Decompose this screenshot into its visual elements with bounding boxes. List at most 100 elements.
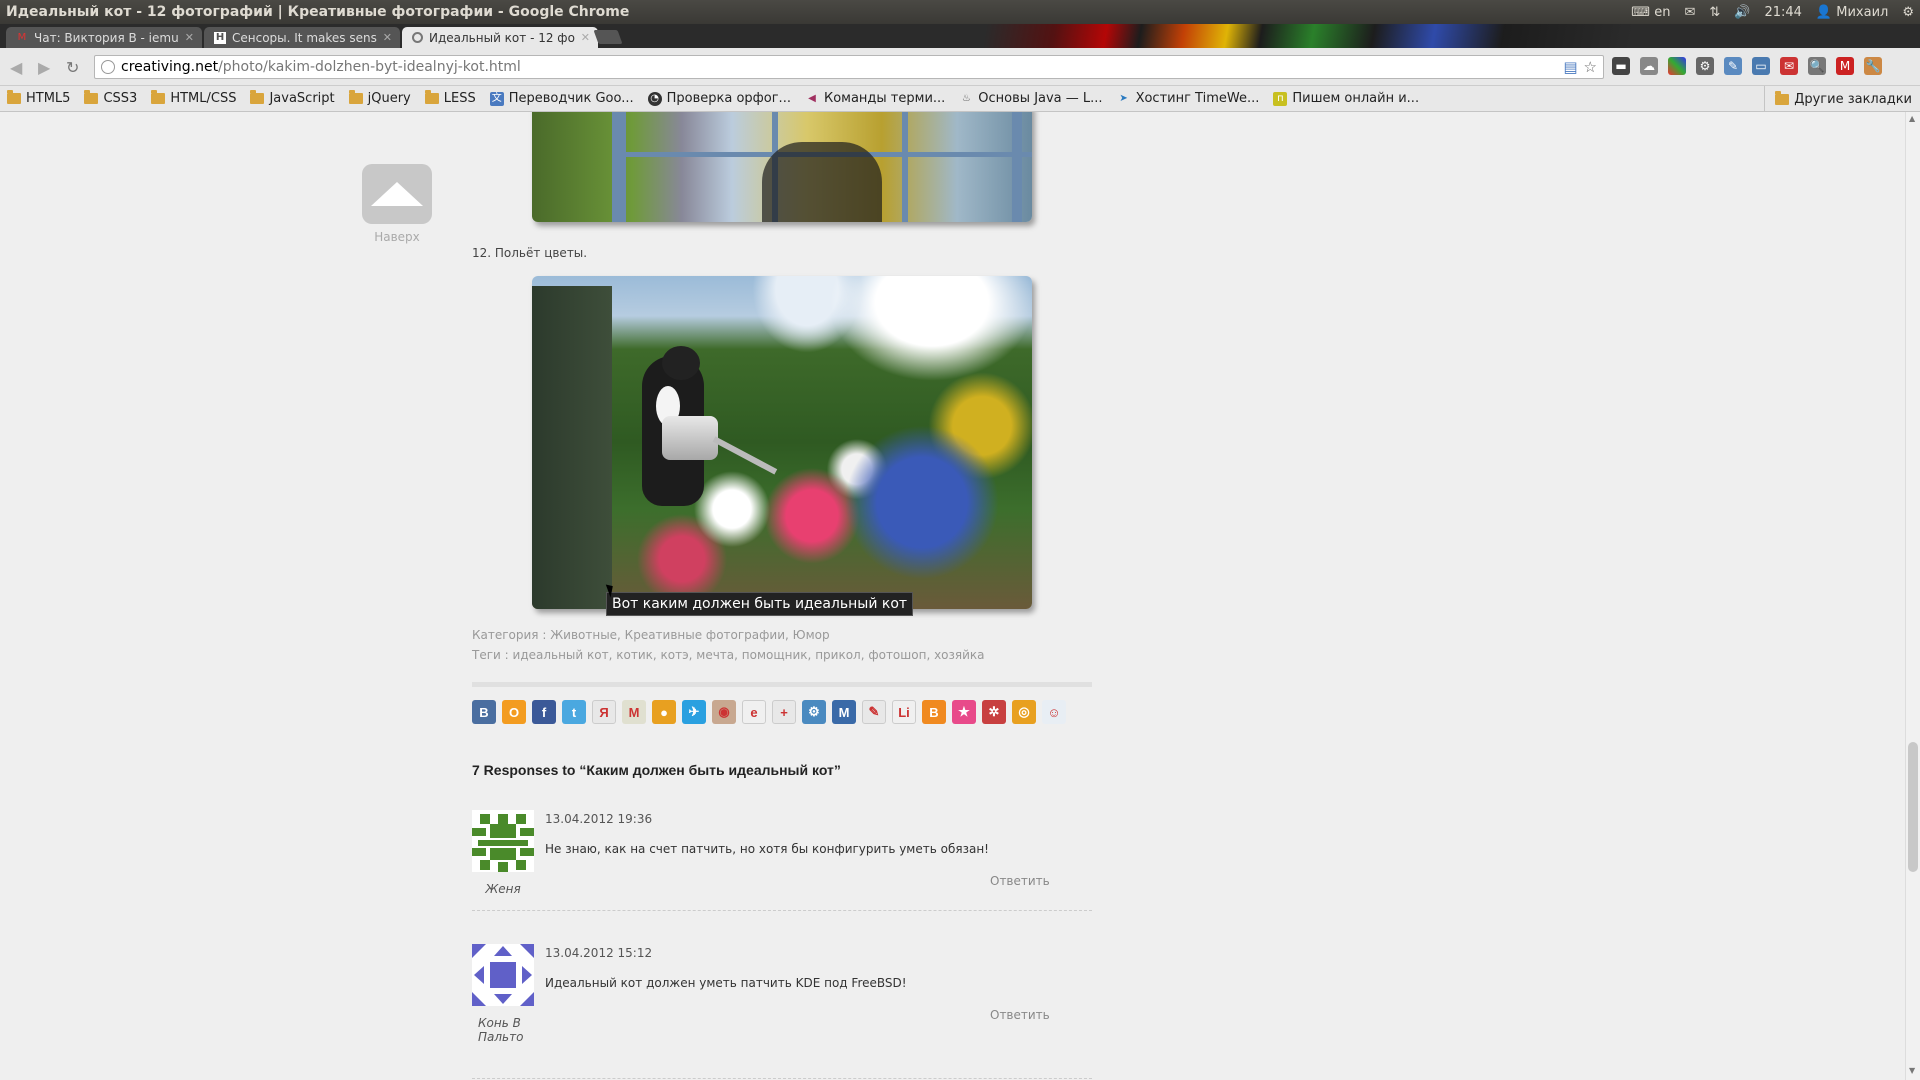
keyboard-icon: ⌨ [1631,4,1651,20]
bookmark-java-basics[interactable]: ♨ Основы Java — L... [952,91,1109,106]
clock[interactable]: 21:44 [1764,5,1801,20]
timeweb-icon: ➤ [1119,92,1128,104]
close-icon[interactable]: ✕ [185,31,194,44]
scroll-up-arrow-icon[interactable]: ▲ [1909,114,1915,123]
tag-links[interactable]: идеальный кот, котик, котэ, мечта, помощ… [513,648,985,662]
extension-color-icon[interactable] [1668,57,1686,75]
terminal-icon: ◀ [808,92,816,104]
bookmark-other[interactable]: Другие закладки [1764,86,1912,112]
photo-cat-watering-flowers[interactable] [532,276,1032,609]
folder-icon [84,90,99,104]
user-icon: 👤 [1815,4,1833,20]
folder-icon [424,90,439,104]
share-button[interactable]: ✎ [862,700,886,724]
close-icon[interactable]: ✕ [383,31,392,44]
tab-sensors[interactable]: H Сенсоры. It makes sense! ✕ [204,27,400,48]
extension-pen-icon[interactable]: ✎ [1724,57,1742,75]
share-button[interactable]: Я [592,700,616,724]
bookmark-spell-check[interactable]: ◔ Проверка орфог... [641,91,798,106]
share-button[interactable]: ◉ [712,700,736,724]
comment-author: Конь В Пальто [478,1016,524,1044]
share-button[interactable]: ◎ [1012,700,1036,724]
reply-link[interactable]: Ответить [990,1008,1050,1022]
share-button[interactable]: В [472,700,496,724]
folder-icon [1775,90,1790,105]
forward-arrow-icon[interactable]: ▶ [38,58,50,77]
tab-chat[interactable]: M Чат: Виктория В - iemuste ✕ [6,27,202,48]
extension-gmail-icon[interactable]: M [1836,57,1854,75]
bookmark-css3[interactable]: CSS3 [77,90,144,106]
responses-heading: 7 Responses to “Каким должен быть идеаль… [472,762,841,778]
comment-divider [472,1078,1092,1079]
mail-icon[interactable]: ✉ [1684,5,1695,20]
extension-glasses-icon[interactable]: ▬ [1612,57,1630,75]
share-button[interactable]: B [922,700,946,724]
share-button[interactable]: ✈ [682,700,706,724]
share-button[interactable]: + [772,700,796,724]
divider [472,682,1092,687]
volume-icon[interactable]: 🔊 [1734,5,1750,20]
scrollbar-thumb[interactable] [1908,742,1918,872]
share-button[interactable]: ★ [952,700,976,724]
page-info-icon[interactable] [101,60,115,74]
tab-ideal-cat[interactable]: Идеальный кот - 12 фото ✕ [402,27,598,48]
gear-icon[interactable]: ⚙ [1902,5,1914,20]
share-button[interactable]: О [502,700,526,724]
java-icon: ♨ [961,92,971,104]
folder-icon [250,90,265,104]
reply-link[interactable]: Ответить [990,874,1050,888]
habr-icon: H [214,31,226,44]
share-button[interactable]: Li [892,700,916,724]
folder-icon [348,90,363,104]
spellcheck-icon: ◔ [647,91,662,106]
share-button[interactable]: ☺ [1042,700,1066,724]
user-menu[interactable]: 👤 Михаил [1816,5,1888,20]
extension-settings-icon[interactable]: ⚙ [1696,57,1714,75]
address-bar[interactable]: creativing.net/photo/kakim-dolzhen-byt-i… [94,55,1604,79]
bookmark-timeweb-hosting[interactable]: ➤ Хостинг TimeWe... [1110,91,1267,106]
scroll-down-arrow-icon[interactable]: ▼ [1909,1066,1915,1075]
theme-decoration [900,24,1760,48]
bookmark-star-icon[interactable]: ☆ [1584,58,1597,76]
bookmark-terminal-commands[interactable]: ◀ Команды терми... [798,91,952,106]
bookmark-jquery[interactable]: jQuery [342,90,418,106]
close-icon[interactable]: ✕ [581,31,590,44]
extension-search-icon[interactable]: 🔍 [1808,57,1826,75]
bookmark-html5[interactable]: HTML5 [0,90,77,106]
share-button[interactable]: ⚙ [802,700,826,724]
reload-icon[interactable]: ↻ [66,58,79,77]
bookmark-write-online[interactable]: п Пишем онлайн и... [1266,91,1426,106]
bookmark-less[interactable]: LESS [418,90,483,106]
extension-mail-icon[interactable]: ✉ [1780,57,1798,75]
extension-window-icon[interactable]: ▭ [1752,57,1770,75]
new-tab-button[interactable] [593,30,623,44]
category-line: Категория : Животные, Креативные фотогра… [472,628,830,642]
scroll-to-top-label[interactable]: Наверх [362,230,432,244]
share-button[interactable]: e [742,700,766,724]
translate-icon[interactable]: ▤ [1563,58,1577,76]
share-button[interactable]: f [532,700,556,724]
bookmark-html-css[interactable]: HTML/CSS [144,90,243,106]
network-icon[interactable]: ⇅ [1709,5,1720,20]
bookmark-javascript[interactable]: JavaScript [243,90,341,106]
translate-icon: 文 [489,91,504,106]
wrench-icon[interactable]: 🔧 [1864,57,1882,75]
scroll-to-top-button[interactable] [362,164,432,224]
comment-text: Не знаю, как на счет патчить, но хотя бы… [545,842,989,856]
share-button[interactable]: ● [652,700,676,724]
avatar [472,810,534,872]
back-arrow-icon[interactable]: ◀ [10,58,22,77]
tab-strip: M Чат: Виктория В - iemuste ✕ H Сенсоры.… [0,24,1920,48]
bookmark-google-translate[interactable]: 文 Переводчик Goo... [483,91,641,106]
extension-weather-icon[interactable]: ☁ [1640,57,1658,75]
share-button[interactable]: ✲ [982,700,1006,724]
share-button[interactable]: M [832,700,856,724]
category-links[interactable]: Животные, Креативные фотографии, Юмор [550,628,829,642]
keyboard-layout-indicator[interactable]: ⌨ en [1631,5,1670,20]
page-scrollbar[interactable]: ▲ ▼ [1905,112,1920,1080]
folder-icon [151,90,166,104]
comment-text: Идеальный кот должен уметь патчить KDE п… [545,976,907,990]
share-button[interactable]: М [622,700,646,724]
share-button[interactable]: t [562,700,586,724]
page-viewport: Наверх 12. Польёт цветы. Вот каким долже… [0,112,1905,1080]
